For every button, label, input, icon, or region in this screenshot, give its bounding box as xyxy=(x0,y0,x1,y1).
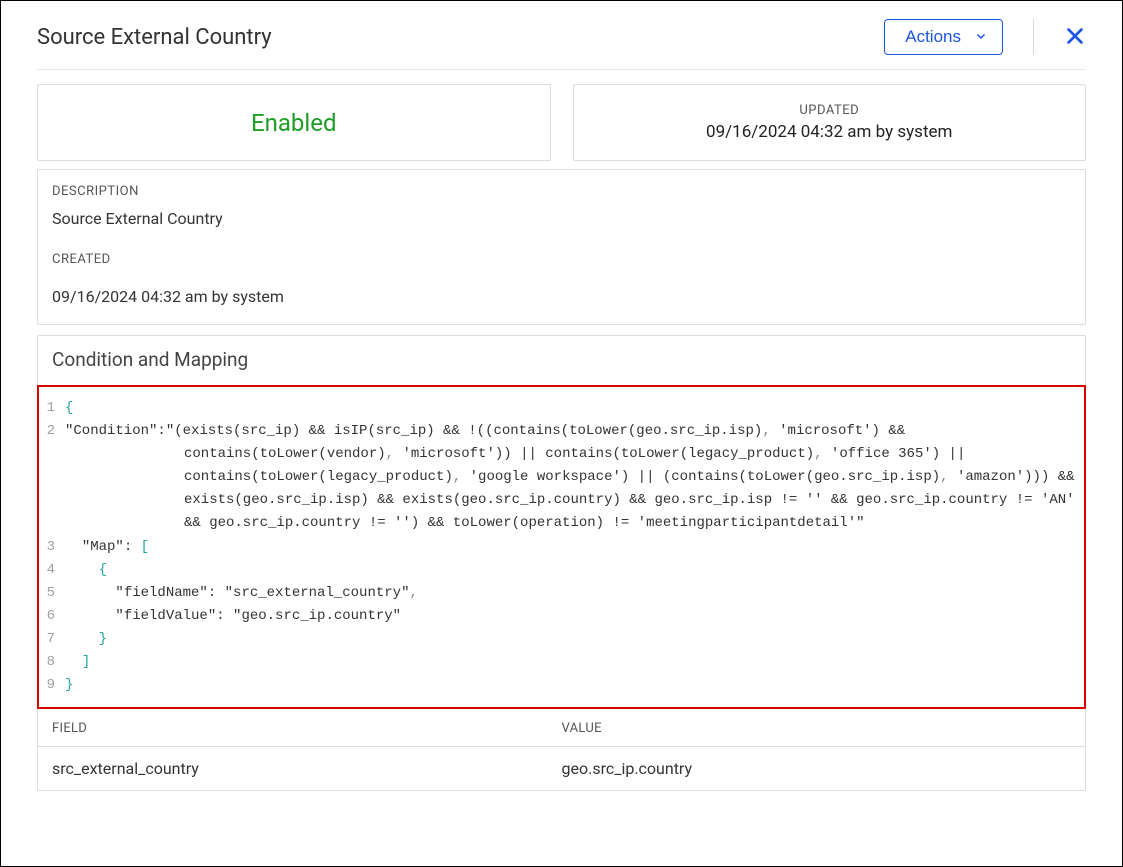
line-number: 6 xyxy=(43,605,65,628)
chevron-down-icon xyxy=(975,27,987,47)
code-line: 5 "fieldName": "src_external_country", xyxy=(43,582,1076,605)
value-column-header: VALUE xyxy=(562,721,1072,736)
status-card: Enabled xyxy=(37,84,551,161)
line-number: 2 xyxy=(43,420,65,535)
line-number: 8 xyxy=(43,651,65,674)
page-title: Source External Country xyxy=(37,25,272,50)
status-row: Enabled UPDATED 09/16/2024 04:32 am by s… xyxy=(37,84,1086,161)
description-card: DESCRIPTION Source External Country CREA… xyxy=(37,169,1086,325)
code-line: 6 "fieldValue": "geo.src_ip.country" xyxy=(43,605,1076,628)
code-text: } xyxy=(65,628,1076,651)
code-line: 4 { xyxy=(43,559,1076,582)
value-cell: geo.src_ip.country xyxy=(562,759,1072,778)
condition-heading: Condition and Mapping xyxy=(38,336,1085,385)
field-column-header: FIELD xyxy=(52,721,562,736)
status-badge: Enabled xyxy=(251,109,337,137)
code-line: 1{ xyxy=(43,397,1076,420)
code-text: { xyxy=(65,559,1076,582)
code-text: } xyxy=(65,674,1076,697)
code-line: 7 } xyxy=(43,628,1076,651)
line-number: 7 xyxy=(43,628,65,651)
code-line: 8 ] xyxy=(43,651,1076,674)
description-value: Source External Country xyxy=(52,209,1071,228)
code-block: 1{2"Condition":"(exists(src_ip) && isIP(… xyxy=(37,385,1086,709)
description-label: DESCRIPTION xyxy=(52,184,1071,199)
line-number: 3 xyxy=(43,536,65,559)
created-value: 09/16/2024 04:32 am by system xyxy=(52,287,1071,306)
code-line: 9} xyxy=(43,674,1076,697)
table-header: FIELD VALUE xyxy=(38,709,1085,747)
created-label: CREATED xyxy=(52,252,1071,267)
line-number: 5 xyxy=(43,582,65,605)
code-text: ] xyxy=(65,651,1076,674)
code-text: "fieldValue": "geo.src_ip.country" xyxy=(65,605,1076,628)
updated-value: 09/16/2024 04:32 am by system xyxy=(706,122,952,142)
updated-card: UPDATED 09/16/2024 04:32 am by system xyxy=(573,84,1087,161)
table-row: src_external_countrygeo.src_ip.country xyxy=(38,747,1085,790)
line-number: 4 xyxy=(43,559,65,582)
close-button[interactable] xyxy=(1064,25,1086,50)
actions-button-label: Actions xyxy=(905,27,961,47)
code-text: "fieldName": "src_external_country", xyxy=(65,582,1076,605)
header-divider xyxy=(1033,19,1034,55)
code-text: "Map": [ xyxy=(65,536,1076,559)
field-cell: src_external_country xyxy=(52,759,562,778)
code-text: { xyxy=(65,397,1076,420)
table-body: src_external_countrygeo.src_ip.country xyxy=(38,747,1085,790)
detail-panel: Source External Country Actions Enabled … xyxy=(0,0,1123,867)
updated-label: UPDATED xyxy=(799,103,859,118)
line-number: 1 xyxy=(43,397,65,420)
header-controls: Actions xyxy=(884,19,1086,55)
condition-card: Condition and Mapping 1{2"Condition":"(e… xyxy=(37,335,1086,791)
close-icon xyxy=(1064,25,1086,50)
actions-button[interactable]: Actions xyxy=(884,19,1003,55)
panel-header: Source External Country Actions xyxy=(37,19,1086,70)
line-number: 9 xyxy=(43,674,65,697)
code-line: 2"Condition":"(exists(src_ip) && isIP(sr… xyxy=(43,420,1076,535)
code-line: 3 "Map": [ xyxy=(43,536,1076,559)
code-text: "Condition":"(exists(src_ip) && isIP(src… xyxy=(65,420,1076,535)
